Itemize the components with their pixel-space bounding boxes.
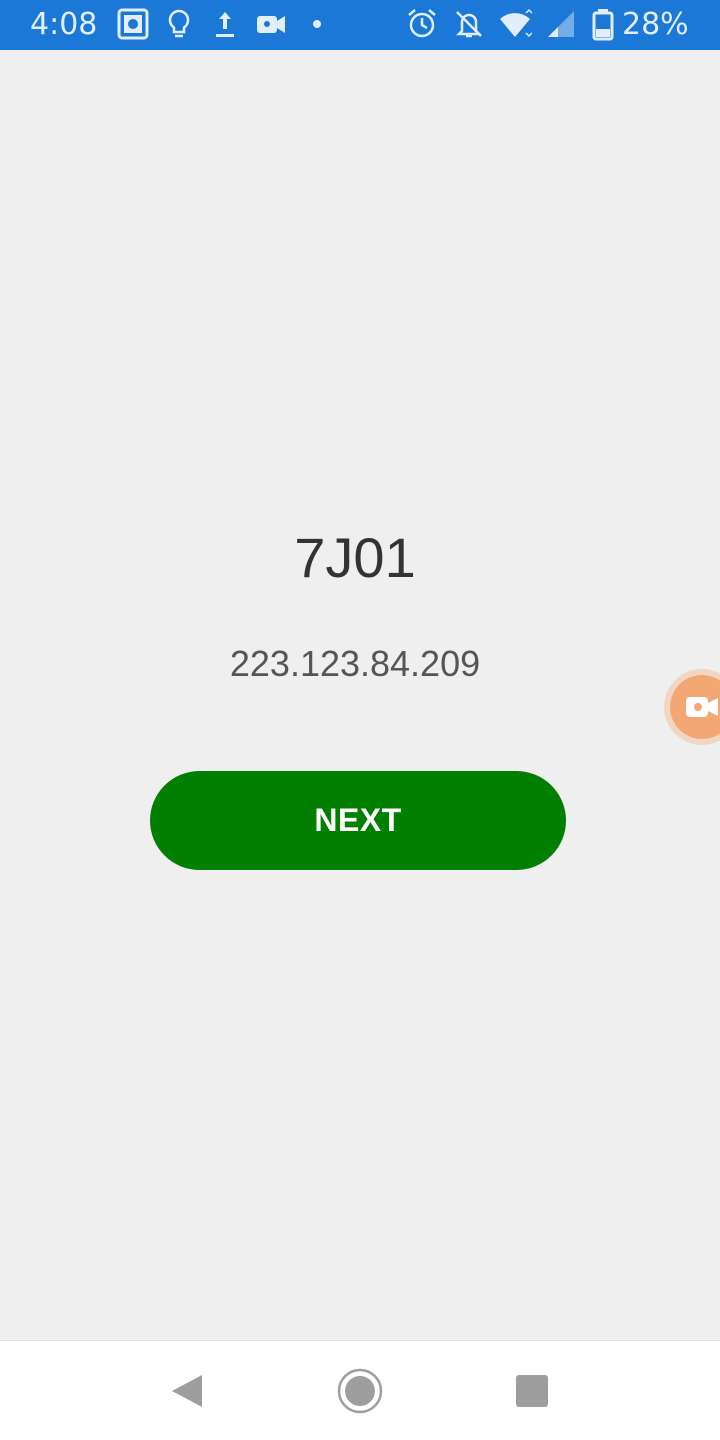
notifications-off-icon xyxy=(452,7,486,41)
back-icon[interactable] xyxy=(160,1365,212,1417)
recents-icon[interactable] xyxy=(506,1365,558,1417)
main-content: 7J01 223.123.84.209 NEXT xyxy=(0,50,720,1340)
alarm-icon xyxy=(405,7,439,41)
lightbulb-icon xyxy=(162,7,196,41)
signal-icon xyxy=(544,7,578,41)
dot-icon xyxy=(300,7,334,41)
next-button[interactable]: NEXT xyxy=(150,771,566,870)
ip-address: 223.123.84.209 xyxy=(229,643,481,684)
wifi-icon xyxy=(498,7,532,41)
status-time: 4:08 xyxy=(30,7,98,42)
navigation-bar xyxy=(0,1340,720,1440)
upload-icon xyxy=(208,7,242,41)
screenshot-icon xyxy=(116,7,150,41)
video-camera-icon xyxy=(254,7,288,41)
battery-percent: 28% xyxy=(622,7,689,42)
battery-icon xyxy=(590,7,616,41)
device-code: 7J01 xyxy=(294,526,416,589)
home-icon[interactable] xyxy=(334,1365,386,1417)
status-bar: 4:08 28% xyxy=(0,0,720,50)
video-camera-icon xyxy=(686,697,718,717)
